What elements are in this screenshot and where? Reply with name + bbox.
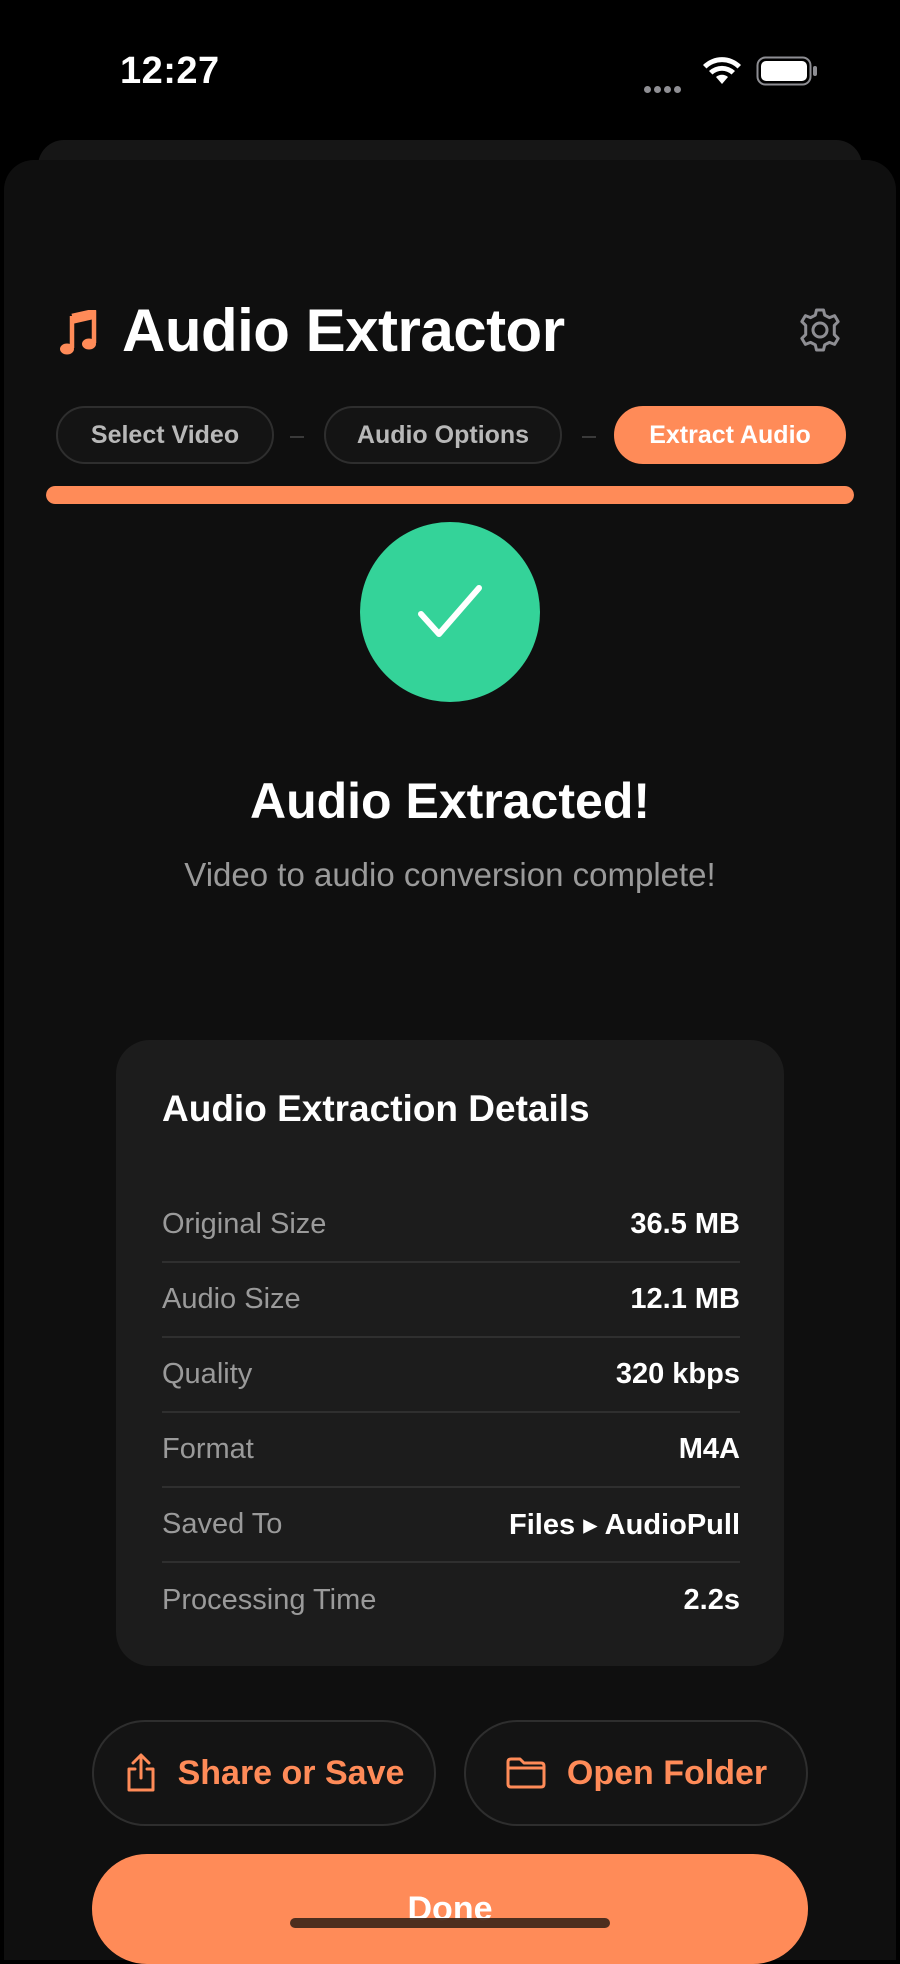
detail-label: Processing Time — [162, 1584, 377, 1616]
success-subtitle: Video to audio conversion complete! — [184, 856, 716, 893]
status-bar: 12:27 — [0, 0, 900, 140]
detail-value: 320 kbps — [615, 1358, 740, 1390]
page-title: Audio Extractor — [122, 297, 565, 364]
step-separator — [582, 436, 596, 438]
success-title: Audio Extracted! — [249, 773, 651, 829]
open-folder-button-label: Open Folder — [566, 1753, 768, 1792]
step-separator — [290, 436, 304, 438]
progress-fill — [46, 486, 854, 504]
share-button[interactable]: Share or Save — [92, 1720, 436, 1826]
share-button-label: Share or Save — [177, 1753, 405, 1792]
step-audio-options[interactable]: Audio Options — [324, 406, 562, 464]
signal-icon — [644, 80, 688, 93]
details-list: Original Size 36.5 MB Audio Size 12.1 MB… — [162, 1188, 740, 1638]
music-note-icon — [60, 310, 97, 355]
detail-label: Audio Size — [162, 1283, 301, 1315]
folder-icon — [506, 1757, 546, 1789]
detail-value: M4A — [678, 1433, 740, 1465]
wifi-icon — [703, 57, 741, 84]
detail-value: 2.2s — [683, 1584, 740, 1616]
details-card: Audio Extraction Details Original Size 3… — [116, 1040, 784, 1666]
detail-row-saved-to: Saved To Files ▸ AudioPull — [162, 1488, 740, 1563]
detail-value: Files ▸ AudioPull — [509, 1509, 740, 1541]
progress-bar — [46, 486, 854, 504]
detail-label: Format — [162, 1433, 254, 1465]
detail-label: Saved To — [162, 1508, 283, 1540]
detail-row-format: Format M4A — [162, 1413, 740, 1488]
share-icon — [127, 1753, 155, 1792]
detail-label: Quality — [162, 1358, 253, 1390]
status-time: 12:27 — [120, 50, 220, 92]
detail-row-quality: Quality 320 kbps — [162, 1338, 740, 1413]
open-folder-button[interactable]: Open Folder — [464, 1720, 808, 1826]
details-title: Audio Extraction Details — [162, 1088, 590, 1129]
step-select-video[interactable]: Select Video — [56, 406, 274, 464]
gear-icon[interactable] — [796, 306, 844, 354]
detail-value: 36.5 MB — [630, 1208, 740, 1240]
detail-row-audio-size: Audio Size 12.1 MB — [162, 1263, 740, 1338]
checkmark-icon — [418, 585, 482, 637]
detail-value: 12.1 MB — [630, 1283, 740, 1315]
success-badge — [360, 522, 540, 702]
detail-row-original-size: Original Size 36.5 MB — [162, 1188, 740, 1263]
battery-icon — [756, 56, 817, 86]
step-extract-audio[interactable]: Extract Audio — [614, 406, 846, 464]
home-indicator — [290, 1918, 610, 1928]
detail-label: Original Size — [162, 1208, 327, 1240]
detail-row-processing-time: Processing Time 2.2s — [162, 1563, 740, 1638]
